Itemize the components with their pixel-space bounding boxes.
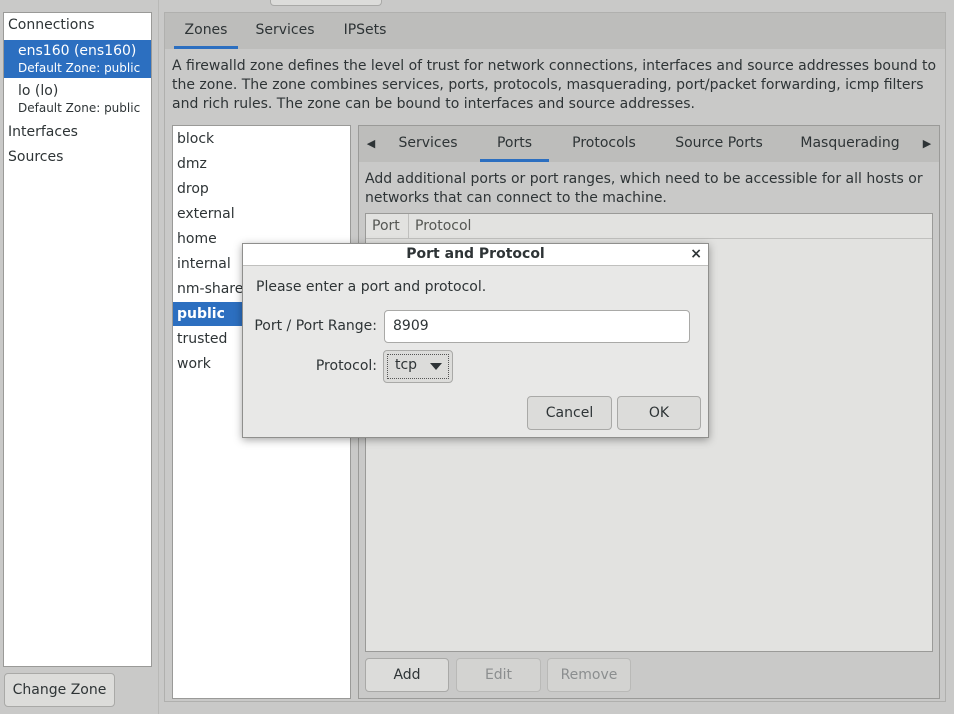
column-header-protocol[interactable]: Protocol xyxy=(409,214,609,238)
zone-item-block[interactable]: block xyxy=(173,127,350,151)
protocol-dropdown[interactable]: tcp xyxy=(383,350,453,383)
tab-zone-services[interactable]: Services xyxy=(389,126,467,162)
dialog-title: Port and Protocol xyxy=(406,246,545,262)
tab-scroll-right-icon[interactable]: ▶ xyxy=(918,126,936,162)
ok-button[interactable]: OK xyxy=(617,396,701,430)
remove-port-button[interactable]: Remove xyxy=(547,658,631,692)
zone-item-dmz[interactable]: dmz xyxy=(173,152,350,176)
connections-header: Connections xyxy=(8,17,95,33)
connection-name: ens160 (ens160) xyxy=(18,43,137,59)
connection-item-lo[interactable]: lo (lo) Default Zone: public xyxy=(4,82,151,120)
zone-description: A firewalld zone defines the level of tr… xyxy=(172,58,937,112)
dialog-title-bar: Port and Protocol × xyxy=(243,244,708,266)
cancel-button[interactable]: Cancel xyxy=(527,396,612,430)
sources-header[interactable]: Sources xyxy=(8,149,63,165)
port-protocol-dialog: Port and Protocol × Please enter a port … xyxy=(242,243,709,438)
column-header-port[interactable]: Port xyxy=(366,214,409,238)
tab-zone-ports[interactable]: Ports xyxy=(480,126,549,162)
ports-description: Add additional ports or port ranges, whi… xyxy=(365,171,923,206)
tab-zone-source-ports[interactable]: Source Ports xyxy=(669,126,769,162)
tab-ipsets[interactable]: IPSets xyxy=(335,13,395,49)
chevron-down-icon xyxy=(430,363,442,370)
zone-item-external[interactable]: external xyxy=(173,202,350,226)
connection-zone: Default Zone: public xyxy=(18,101,141,115)
add-port-button[interactable]: Add xyxy=(365,658,449,692)
top-button-edge xyxy=(270,0,382,6)
zone-settings-tab-bar: ◀ Services Ports Protocols Source Ports … xyxy=(359,126,939,162)
tab-zone-masquerading[interactable]: Masquerading xyxy=(795,126,905,162)
interfaces-header[interactable]: Interfaces xyxy=(8,124,78,140)
connection-item-ens160[interactable]: ens160 (ens160) Default Zone: public xyxy=(4,40,151,78)
change-zone-button[interactable]: Change Zone xyxy=(4,673,115,707)
connection-name: lo (lo) xyxy=(18,83,59,99)
edit-port-button[interactable]: Edit xyxy=(456,658,541,692)
protocol-selected-value: tcp xyxy=(395,357,418,373)
port-range-input[interactable]: 8909 xyxy=(384,310,690,343)
zone-item-drop[interactable]: drop xyxy=(173,177,350,201)
tab-zone-protocols[interactable]: Protocols xyxy=(564,126,644,162)
dialog-prompt: Please enter a port and protocol. xyxy=(256,279,487,295)
main-tab-bar: Zones Services IPSets xyxy=(165,13,945,49)
tab-services[interactable]: Services xyxy=(249,13,321,49)
protocol-label: Protocol: xyxy=(315,358,377,374)
connections-pane: Connections ens160 (ens160) Default Zone… xyxy=(3,12,152,667)
tab-zones[interactable]: Zones xyxy=(174,13,238,49)
port-range-label: Port / Port Range: xyxy=(254,318,377,334)
close-icon[interactable]: × xyxy=(690,244,702,265)
pane-separator[interactable] xyxy=(158,0,159,714)
connection-zone: Default Zone: public xyxy=(18,61,141,75)
tab-scroll-left-icon[interactable]: ◀ xyxy=(362,126,380,162)
